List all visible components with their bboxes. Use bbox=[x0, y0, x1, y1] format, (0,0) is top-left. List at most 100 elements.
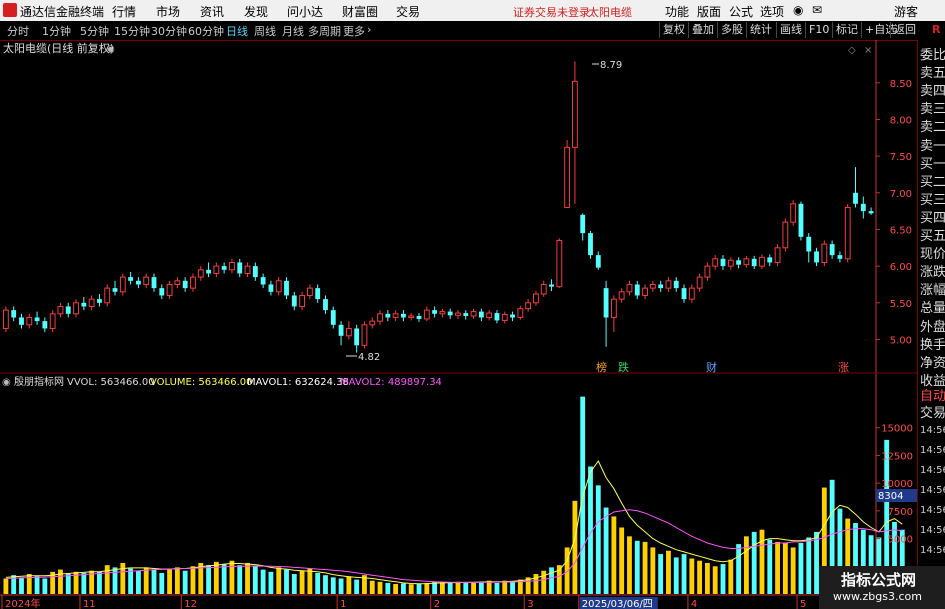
candle-body bbox=[11, 310, 17, 318]
quote-item-label: 买四 bbox=[920, 210, 945, 226]
candle-body bbox=[782, 221, 789, 249]
stock-name-title: 太阳电缆 bbox=[588, 6, 632, 19]
volume-bar bbox=[291, 574, 297, 594]
volume-bar bbox=[510, 581, 515, 594]
quote-item-label: 买三 bbox=[920, 192, 945, 208]
period-tab-intraday[interactable]: 分时 bbox=[7, 23, 29, 39]
volume-bar bbox=[19, 577, 24, 594]
candle-body bbox=[673, 280, 679, 289]
candle-body bbox=[159, 288, 165, 296]
toolbar-mark[interactable]: 标记 bbox=[832, 22, 861, 38]
menu-item-quotes[interactable]: 行情 bbox=[112, 3, 136, 20]
menu-item-discover[interactable]: 发现 bbox=[244, 3, 268, 20]
period-tab-monthly[interactable]: 月线 bbox=[282, 23, 304, 39]
volume-tick-label: 7500 bbox=[888, 507, 913, 518]
message-icon[interactable]: ✉ bbox=[812, 3, 822, 17]
candle-body bbox=[727, 259, 734, 267]
date-tick-label: 3 bbox=[527, 599, 533, 609]
marker-list[interactable]: 榜 bbox=[596, 360, 607, 374]
candlestick-series bbox=[2, 61, 874, 353]
toolbar-back[interactable]: 返回 bbox=[890, 22, 919, 38]
candle-body bbox=[549, 284, 554, 287]
toolbar-multi-stock[interactable]: 多股 bbox=[717, 22, 746, 38]
indicator-name[interactable]: 殷朋指标网 bbox=[14, 375, 64, 388]
candle-body bbox=[743, 258, 750, 266]
menu-item-assistant[interactable]: 问小达 bbox=[287, 3, 323, 20]
candle-body bbox=[588, 233, 593, 256]
candle-body bbox=[345, 327, 352, 337]
volume-bar bbox=[112, 567, 118, 594]
toolbar-overlay[interactable]: 叠加 bbox=[688, 22, 717, 38]
period-tab-60min[interactable]: 60分钟 bbox=[188, 23, 224, 39]
menu-item-layout[interactable]: 版面 bbox=[697, 3, 721, 20]
candle-body bbox=[119, 276, 126, 293]
volume-bar bbox=[299, 570, 305, 594]
candle-body bbox=[829, 244, 835, 256]
candle-body bbox=[416, 316, 422, 319]
marker-drop[interactable]: 跌 bbox=[618, 360, 629, 374]
candle-body bbox=[618, 291, 625, 300]
candle-body bbox=[268, 284, 274, 292]
indicator-settings-icon[interactable]: ◉ bbox=[2, 377, 11, 388]
tab-trades[interactable]: 交易 bbox=[920, 402, 945, 421]
period-tab-5min[interactable]: 5分钟 bbox=[80, 23, 109, 39]
volume-bar bbox=[135, 570, 141, 594]
candle-body bbox=[798, 203, 804, 237]
candle-body bbox=[408, 315, 415, 318]
volume-bar bbox=[393, 584, 399, 594]
period-toolbar: 分时 1分钟 5分钟 15分钟 30分钟 60分钟 日线 周线 月线 多周期 更… bbox=[0, 21, 945, 41]
candle-body bbox=[81, 302, 87, 307]
candle-body bbox=[649, 283, 656, 289]
toolbar-f10[interactable]: F10 bbox=[805, 22, 832, 38]
volume-bar bbox=[182, 570, 188, 594]
right-quote-panel: 委比 卖五 卖四 卖三 卖二 卖一 买一 买二 买三 买四 买五 现价 涨跌 涨幅 总量 外盘 换手 净资 收益 自… bbox=[917, 40, 945, 609]
toolbar-restore-rights[interactable]: 复权 bbox=[659, 22, 688, 38]
period-tab-weekly[interactable]: 周线 bbox=[254, 23, 276, 39]
chart-settings-icon[interactable]: ◉ bbox=[106, 44, 115, 55]
volume-bar bbox=[120, 562, 126, 594]
menu-item-trade[interactable]: 交易 bbox=[396, 3, 420, 20]
close-icon[interactable]: × bbox=[864, 45, 872, 56]
mavol2-value: MAVOL2: 489897.34 bbox=[340, 377, 442, 388]
period-tab-1min[interactable]: 1分钟 bbox=[42, 23, 71, 39]
chevron-right-icon[interactable]: › bbox=[367, 23, 371, 36]
period-tab-more[interactable]: 更多 bbox=[343, 23, 365, 39]
user-label[interactable]: 游客 bbox=[894, 3, 918, 20]
candle-body bbox=[806, 236, 812, 252]
quote-item-label: 卖五 bbox=[920, 66, 945, 82]
period-tab-15min[interactable]: 15分钟 bbox=[114, 23, 150, 39]
volume-bar bbox=[704, 562, 710, 594]
volume-bar bbox=[673, 557, 679, 594]
menu-item-formula[interactable]: 公式 bbox=[729, 3, 753, 20]
volume-bar bbox=[26, 574, 32, 594]
menu-item-wealth-circle[interactable]: 财富圈 bbox=[342, 3, 378, 20]
toolbar-statistics[interactable]: 统计 bbox=[746, 22, 775, 38]
marker-rise[interactable]: 涨 bbox=[838, 361, 849, 374]
trade-login-notice[interactable]: 证券交易未登录 bbox=[513, 4, 590, 20]
volume-bar bbox=[798, 543, 804, 594]
trade-time: 14:56 bbox=[920, 485, 945, 496]
app-title: 通达信金融终端 bbox=[20, 5, 105, 19]
volume-bar bbox=[463, 582, 469, 594]
volume-tick-label: 12500 bbox=[881, 451, 913, 462]
period-tab-daily[interactable]: 日线 bbox=[226, 23, 248, 39]
volume-bar bbox=[354, 579, 360, 594]
date-tick-label: 5 bbox=[800, 599, 806, 609]
candle-body bbox=[759, 256, 765, 267]
candle-body bbox=[712, 258, 719, 267]
volume-bar bbox=[782, 543, 788, 594]
volume-bar bbox=[151, 569, 157, 594]
menu-item-news[interactable]: 资讯 bbox=[200, 3, 224, 20]
period-tab-30min[interactable]: 30分钟 bbox=[151, 23, 187, 39]
r-icon[interactable]: R bbox=[932, 23, 940, 36]
menu-item-functions[interactable]: 功能 bbox=[665, 3, 689, 20]
kline-chart[interactable]: 5.00 5.50 6.00 6.50 7.00 7.50 8.00 8.50 5000 750… bbox=[0, 40, 917, 609]
menu-item-options[interactable]: 选项 bbox=[760, 3, 784, 20]
user-icon[interactable]: ◉ bbox=[793, 3, 803, 17]
diamond-icon[interactable]: ◇ bbox=[848, 45, 856, 56]
toolbar-draw-line[interactable]: 画线 bbox=[776, 22, 805, 38]
marker-finance[interactable]: 财 bbox=[706, 360, 717, 374]
menu-item-market[interactable]: 市场 bbox=[156, 3, 180, 20]
period-tab-multi[interactable]: 多周期 bbox=[308, 23, 341, 39]
date-tick-label: 2025/03/06/四 bbox=[582, 599, 653, 609]
